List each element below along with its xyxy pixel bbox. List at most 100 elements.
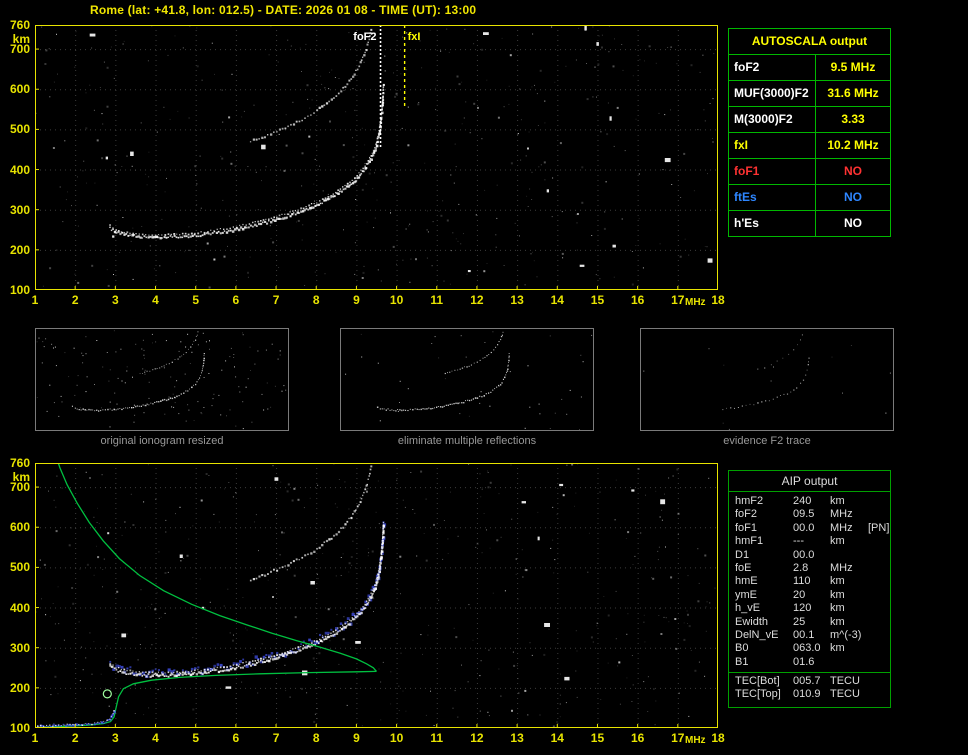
aip-note [868, 656, 890, 669]
aip-val: 063.0 [793, 642, 821, 655]
axis-label: 13 [510, 293, 524, 307]
aip-name: h_vE [735, 602, 761, 615]
aip-note [868, 616, 890, 629]
aip-val: 01.6 [793, 655, 815, 668]
aip-unit: km [830, 615, 845, 628]
axis-label: MHz [685, 735, 706, 746]
aip-name: D1 [735, 548, 750, 561]
param-name: M(3000)F2 [734, 112, 793, 126]
axis-label: 500 [9, 560, 30, 575]
aip-row-ewidth: Ewidth 25 km [729, 616, 890, 629]
axis-label: 400 [9, 600, 30, 615]
axis-label: 6 [232, 293, 240, 307]
axis-label: 7 [272, 293, 280, 307]
autoscala-window: Rome (lat: +41.8, lon: 012.5) - DATE: 20… [0, 0, 968, 755]
axis-label: 600 [9, 520, 30, 535]
aip-unit: TECU [830, 675, 860, 688]
aip-table-title: AIP output [729, 471, 890, 492]
fxI-label: fxI [408, 31, 421, 43]
param-name: fxI [734, 138, 749, 152]
axis-label: 13 [510, 731, 524, 745]
ionogram-canvas [34, 462, 719, 729]
autoscala-table-title: AUTOSCALA output [751, 34, 868, 48]
autoscala-row-m3000f2: M(3000)F2 3.33 [729, 106, 890, 132]
aip-unit [830, 656, 868, 669]
axis-label: 100 [9, 283, 30, 297]
aip-unit: km [830, 495, 845, 507]
param-name: MUF(3000)F2 [734, 86, 809, 100]
aip-table-body: hmF2 240 km foF2 09.5 MHz foF1 00.0 MHz [PN] hmF1 -… [729, 495, 890, 702]
param-name: ftEs [734, 190, 757, 204]
ionogram-plot-aip [34, 462, 719, 729]
aip-name: TEC[Top] [735, 688, 781, 701]
aip-val: --- [793, 535, 804, 548]
axis-label: 8 [312, 731, 320, 745]
axis-label: 11 [430, 293, 444, 307]
axis-label: 14 [550, 293, 564, 307]
aip-val: 00.1 [793, 628, 815, 641]
aip-val: 09.5 [793, 508, 815, 521]
param-name: h'Es [734, 216, 759, 230]
autoscala-row-fof2: foF2 9.5 MHz [729, 54, 890, 80]
aip-row-hmf2: hmF2 240 km [729, 495, 890, 508]
axis-label: 400 [9, 162, 30, 177]
aip-unit: MHz [830, 561, 853, 574]
aip-row-tecbot: TEC[Bot] 005.7 TECU [729, 675, 890, 688]
param-name: foF2 [734, 60, 760, 74]
axis-label: 3 [112, 731, 119, 745]
axis-label: 200 [9, 242, 30, 257]
aip-note [868, 642, 890, 655]
aip-unit: TECU [830, 688, 860, 701]
axis-label: 10 [389, 731, 404, 745]
thumbnail-image-original [35, 328, 289, 431]
aip-unit: km [830, 642, 845, 655]
aip-val: 25 [793, 615, 806, 628]
thumbnail-caption-evidence-f2: evidence F2 trace [723, 435, 811, 447]
axis-label: 12 [470, 293, 484, 307]
aip-note [868, 602, 890, 615]
axis-label: 11 [430, 731, 444, 745]
aip-note [868, 688, 890, 701]
axis-label: 760 [9, 456, 30, 470]
aip-note [868, 562, 890, 575]
foF2-label: foF2 [353, 31, 376, 43]
autoscala-table-body: foF2 9.5 MHz MUF(3000)F2 31.6 MHz M(3000)F2 3… [729, 54, 890, 236]
aip-name: Ewidth [735, 615, 769, 628]
aip-output-table: AIP output hmF2 240 km foF2 09.5 MHz foF1 00.0 M… [728, 470, 891, 708]
thumbnail-caption-eliminate-reflections: eliminate multiple reflections [397, 435, 537, 447]
aip-note [868, 675, 890, 688]
thumbnail-canvas [36, 329, 288, 430]
aip-row-fof2: foF2 09.5 MHz [729, 508, 890, 521]
axis-label: 18 [711, 731, 725, 745]
aip-note [868, 535, 890, 548]
aip-row-delnve: DelN_vE 00.1 m^(-3) [729, 629, 890, 642]
axis-label: 10 [389, 293, 404, 307]
axis-label: 3 [112, 293, 119, 307]
aip-val: 010.9 [793, 688, 821, 701]
thumbnail-canvas [341, 329, 593, 430]
thumbnail-canvas [641, 329, 893, 430]
aip-row-hme: hmE 110 km [729, 575, 890, 588]
aip-name: ymE [735, 588, 757, 601]
thumbnail-image-eliminate-reflections [340, 328, 594, 431]
axis-label: 16 [630, 293, 645, 307]
aip-name: foE [735, 561, 752, 574]
axis-label: 2 [71, 293, 79, 307]
axis-label: 5 [192, 731, 200, 745]
axis-label: 18 [711, 293, 725, 307]
aip-note [868, 549, 890, 562]
axis-label: 6 [232, 731, 240, 745]
axis-label: 9 [353, 731, 360, 745]
axis-label: 5 [192, 293, 200, 307]
axis-label: 8 [312, 293, 320, 307]
aip-val: 110 [793, 575, 811, 588]
aip-unit: m^(-3) [830, 628, 862, 641]
axis-label: 16 [630, 731, 645, 745]
aip-name: hmF1 [735, 535, 764, 548]
autoscala-row-fof1: foF1 NO [729, 158, 890, 184]
aip-val: 120 [793, 602, 812, 615]
aip-note [868, 589, 890, 602]
aip-note [868, 495, 890, 508]
aip-unit: km [830, 588, 845, 601]
aip-unit: km [830, 602, 845, 615]
